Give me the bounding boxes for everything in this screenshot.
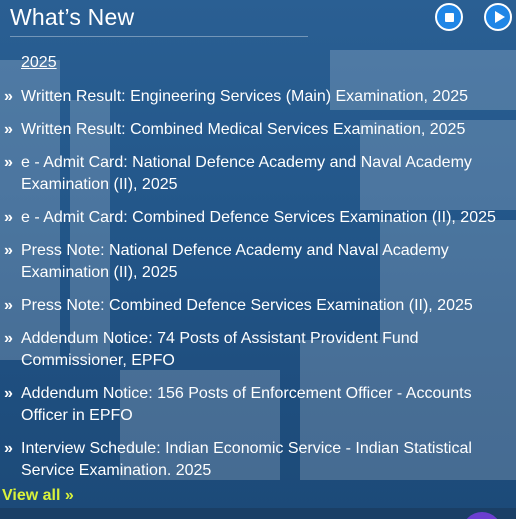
news-item-text: Press Note: Combined Defence Services Ex… [21, 297, 473, 314]
news-item-text: e - Admit Card: Combined Defence Service… [21, 209, 496, 226]
news-item[interactable]: » Interview Schedule: Indian Economic Se… [0, 438, 516, 482]
bullet-icon: » [4, 330, 13, 347]
year-link[interactable]: 2025 [21, 54, 57, 72]
stop-icon [444, 12, 454, 22]
bullet-icon: » [4, 88, 13, 105]
panel-title: What’s New [10, 4, 135, 30]
news-item[interactable]: » Written Result: Engineering Services (… [0, 86, 516, 108]
news-item-text: Interview Schedule: Indian Economic Serv… [21, 440, 472, 479]
bullet-icon: » [4, 297, 13, 314]
news-item-text: Written Result: Engineering Services (Ma… [21, 88, 469, 105]
news-item-text: Written Result: Combined Medical Service… [21, 121, 466, 138]
bullet-icon: » [4, 385, 13, 402]
news-item-text: Addendum Notice: 74 Posts of Assistant P… [21, 330, 419, 369]
news-item-text: Press Note: National Defence Academy and… [21, 242, 449, 281]
play-scroll-button[interactable] [484, 3, 512, 31]
panel-header: What’s New [0, 0, 516, 38]
title-divider [10, 36, 308, 37]
bullet-icon: » [4, 440, 13, 457]
play-icon [494, 11, 505, 23]
news-item[interactable]: » Addendum Notice: 156 Posts of Enforcem… [0, 383, 516, 427]
stop-scroll-button[interactable] [435, 3, 463, 31]
bullet-icon: » [4, 242, 13, 259]
news-list: » Written Result: Engineering Services (… [0, 86, 516, 493]
news-item[interactable]: » e - Admit Card: National Defence Acade… [0, 152, 516, 196]
news-item[interactable]: » Press Note: Combined Defence Services … [0, 295, 516, 317]
news-item-text: Addendum Notice: 156 Posts of Enforcemen… [21, 385, 472, 424]
bullet-icon: » [4, 154, 13, 171]
bullet-icon: » [4, 209, 13, 226]
news-item[interactable]: » Press Note: National Defence Academy a… [0, 240, 516, 284]
news-item[interactable]: » e - Admit Card: Combined Defence Servi… [0, 207, 516, 229]
footer-strip [0, 508, 516, 519]
news-item[interactable]: » Addendum Notice: 74 Posts of Assistant… [0, 328, 516, 372]
news-item-text: e - Admit Card: National Defence Academy… [21, 154, 472, 193]
whats-new-panel: What’s New 2025 » Written Result: Engine… [0, 0, 516, 519]
news-item[interactable]: » Written Result: Combined Medical Servi… [0, 119, 516, 141]
bullet-icon: » [4, 121, 13, 138]
view-all-link[interactable]: View all » [2, 487, 74, 505]
